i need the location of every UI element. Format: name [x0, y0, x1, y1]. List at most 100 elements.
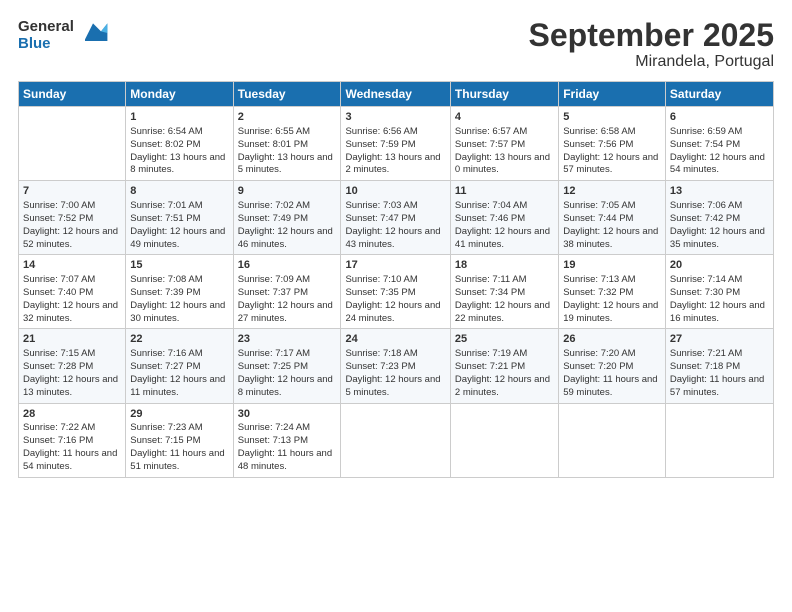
sunset-text: Sunset: 7:32 PM: [563, 287, 633, 298]
col-sunday: Sunday: [19, 82, 126, 107]
sunset-text: Sunset: 7:52 PM: [23, 213, 93, 224]
sunset-text: Sunset: 7:25 PM: [238, 361, 308, 372]
logo-line2: Blue: [18, 35, 74, 52]
daylight-text: Daylight: 12 hours and 30 minutes.: [130, 300, 225, 324]
day-number: 5: [563, 110, 661, 125]
day-number: 19: [563, 258, 661, 273]
daylight-text: Daylight: 12 hours and 24 minutes.: [345, 300, 440, 324]
sunset-text: Sunset: 7:20 PM: [563, 361, 633, 372]
day-number: 12: [563, 184, 661, 199]
header: General Blue September 2025 Mirandela, P…: [18, 18, 774, 71]
day-number: 17: [345, 258, 445, 273]
table-row: 1 Sunrise: 6:54 AM Sunset: 8:02 PM Dayli…: [126, 107, 233, 181]
sunset-text: Sunset: 7:13 PM: [238, 435, 308, 446]
sunrise-text: Sunrise: 7:04 AM: [455, 200, 527, 211]
calendar-week-row: 28 Sunrise: 7:22 AM Sunset: 7:16 PM Dayl…: [19, 403, 774, 477]
table-row: 21 Sunrise: 7:15 AM Sunset: 7:28 PM Dayl…: [19, 329, 126, 403]
day-number: 27: [670, 332, 769, 347]
table-row: 12 Sunrise: 7:05 AM Sunset: 7:44 PM Dayl…: [559, 181, 666, 255]
title-block: September 2025 Mirandela, Portugal: [529, 18, 774, 71]
sunset-text: Sunset: 7:46 PM: [455, 213, 525, 224]
calendar-week-row: 1 Sunrise: 6:54 AM Sunset: 8:02 PM Dayli…: [19, 107, 774, 181]
sunrise-text: Sunrise: 7:23 AM: [130, 422, 202, 433]
sunset-text: Sunset: 7:57 PM: [455, 139, 525, 150]
sunset-text: Sunset: 8:02 PM: [130, 139, 200, 150]
table-row: 10 Sunrise: 7:03 AM Sunset: 7:47 PM Dayl…: [341, 181, 450, 255]
sunrise-text: Sunrise: 7:20 AM: [563, 348, 635, 359]
day-number: 13: [670, 184, 769, 199]
daylight-text: Daylight: 11 hours and 54 minutes.: [23, 448, 117, 472]
logo-line1: General: [18, 18, 74, 35]
sunset-text: Sunset: 7:35 PM: [345, 287, 415, 298]
sunrise-text: Sunrise: 6:54 AM: [130, 126, 202, 137]
sunset-text: Sunset: 7:40 PM: [23, 287, 93, 298]
table-row: 5 Sunrise: 6:58 AM Sunset: 7:56 PM Dayli…: [559, 107, 666, 181]
table-row: 15 Sunrise: 7:08 AM Sunset: 7:39 PM Dayl…: [126, 255, 233, 329]
sunrise-text: Sunrise: 6:59 AM: [670, 126, 742, 137]
sunset-text: Sunset: 7:27 PM: [130, 361, 200, 372]
daylight-text: Daylight: 12 hours and 27 minutes.: [238, 300, 333, 324]
sunrise-text: Sunrise: 7:14 AM: [670, 274, 742, 285]
sunrise-text: Sunrise: 7:01 AM: [130, 200, 202, 211]
daylight-text: Daylight: 12 hours and 13 minutes.: [23, 374, 118, 398]
table-row: 29 Sunrise: 7:23 AM Sunset: 7:15 PM Dayl…: [126, 403, 233, 477]
col-thursday: Thursday: [450, 82, 558, 107]
sunset-text: Sunset: 7:16 PM: [23, 435, 93, 446]
sunrise-text: Sunrise: 7:13 AM: [563, 274, 635, 285]
daylight-text: Daylight: 12 hours and 19 minutes.: [563, 300, 658, 324]
daylight-text: Daylight: 11 hours and 59 minutes.: [563, 374, 657, 398]
day-number: 15: [130, 258, 228, 273]
sunrise-text: Sunrise: 7:21 AM: [670, 348, 742, 359]
sunset-text: Sunset: 7:51 PM: [130, 213, 200, 224]
sunrise-text: Sunrise: 7:22 AM: [23, 422, 95, 433]
sunrise-text: Sunrise: 7:11 AM: [455, 274, 527, 285]
day-number: 9: [238, 184, 337, 199]
day-number: 10: [345, 184, 445, 199]
sunset-text: Sunset: 7:56 PM: [563, 139, 633, 150]
day-number: 29: [130, 407, 228, 422]
sunset-text: Sunset: 7:23 PM: [345, 361, 415, 372]
table-row: 26 Sunrise: 7:20 AM Sunset: 7:20 PM Dayl…: [559, 329, 666, 403]
daylight-text: Daylight: 12 hours and 2 minutes.: [455, 374, 550, 398]
daylight-text: Daylight: 12 hours and 32 minutes.: [23, 300, 118, 324]
calendar-week-row: 21 Sunrise: 7:15 AM Sunset: 7:28 PM Dayl…: [19, 329, 774, 403]
col-friday: Friday: [559, 82, 666, 107]
daylight-text: Daylight: 12 hours and 41 minutes.: [455, 226, 550, 250]
calendar-table: Sunday Monday Tuesday Wednesday Thursday…: [18, 81, 774, 477]
sunset-text: Sunset: 7:28 PM: [23, 361, 93, 372]
sunset-text: Sunset: 7:49 PM: [238, 213, 308, 224]
daylight-text: Daylight: 12 hours and 5 minutes.: [345, 374, 440, 398]
day-number: 8: [130, 184, 228, 199]
table-row: 27 Sunrise: 7:21 AM Sunset: 7:18 PM Dayl…: [665, 329, 773, 403]
day-number: 23: [238, 332, 337, 347]
sunrise-text: Sunrise: 7:08 AM: [130, 274, 202, 285]
daylight-text: Daylight: 12 hours and 52 minutes.: [23, 226, 118, 250]
table-row: 30 Sunrise: 7:24 AM Sunset: 7:13 PM Dayl…: [233, 403, 341, 477]
daylight-text: Daylight: 12 hours and 22 minutes.: [455, 300, 550, 324]
sunrise-text: Sunrise: 7:05 AM: [563, 200, 635, 211]
col-wednesday: Wednesday: [341, 82, 450, 107]
table-row: 22 Sunrise: 7:16 AM Sunset: 7:27 PM Dayl…: [126, 329, 233, 403]
daylight-text: Daylight: 12 hours and 35 minutes.: [670, 226, 765, 250]
daylight-text: Daylight: 13 hours and 0 minutes.: [455, 152, 550, 176]
day-number: 18: [455, 258, 554, 273]
sunrise-text: Sunrise: 7:15 AM: [23, 348, 95, 359]
table-row: 28 Sunrise: 7:22 AM Sunset: 7:16 PM Dayl…: [19, 403, 126, 477]
day-number: 20: [670, 258, 769, 273]
table-row: 2 Sunrise: 6:55 AM Sunset: 8:01 PM Dayli…: [233, 107, 341, 181]
sunrise-text: Sunrise: 6:55 AM: [238, 126, 310, 137]
page-title: September 2025: [529, 18, 774, 53]
sunset-text: Sunset: 7:37 PM: [238, 287, 308, 298]
daylight-text: Daylight: 13 hours and 2 minutes.: [345, 152, 440, 176]
sunset-text: Sunset: 7:47 PM: [345, 213, 415, 224]
table-row: 8 Sunrise: 7:01 AM Sunset: 7:51 PM Dayli…: [126, 181, 233, 255]
day-number: 11: [455, 184, 554, 199]
col-saturday: Saturday: [665, 82, 773, 107]
table-row: 7 Sunrise: 7:00 AM Sunset: 7:52 PM Dayli…: [19, 181, 126, 255]
daylight-text: Daylight: 11 hours and 57 minutes.: [670, 374, 764, 398]
table-row: 13 Sunrise: 7:06 AM Sunset: 7:42 PM Dayl…: [665, 181, 773, 255]
sunset-text: Sunset: 7:18 PM: [670, 361, 740, 372]
sunset-text: Sunset: 8:01 PM: [238, 139, 308, 150]
day-number: 3: [345, 110, 445, 125]
table-row: 24 Sunrise: 7:18 AM Sunset: 7:23 PM Dayl…: [341, 329, 450, 403]
